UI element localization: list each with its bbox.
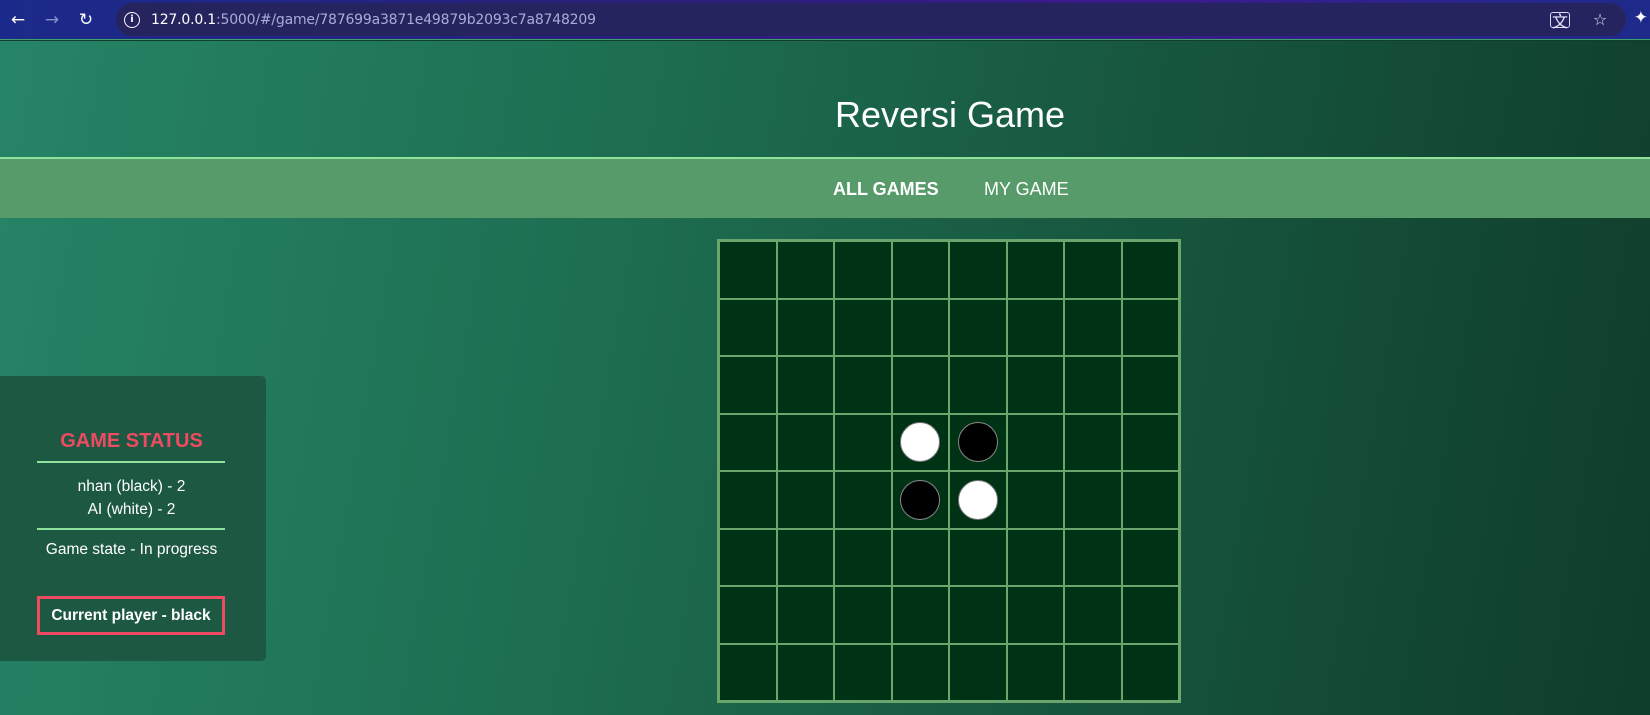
board-cell[interactable] <box>719 586 777 644</box>
game-state-text: Game state - In progress <box>45 541 218 558</box>
board-cell[interactable] <box>1064 586 1122 644</box>
board-cell[interactable] <box>719 528 777 586</box>
url-text[interactable]: 127.0.0.1:5000/#/game/787699a3871e49879b… <box>151 12 596 28</box>
extensions-icon[interactable]: ✦ <box>1634 8 1648 28</box>
white-disc <box>900 422 941 463</box>
board-cell[interactable] <box>719 356 777 414</box>
status-divider <box>37 528 225 530</box>
board-cell[interactable] <box>719 643 777 701</box>
board-cell[interactable] <box>834 413 892 471</box>
white-disc <box>957 479 998 520</box>
site-info-icon[interactable]: i <box>124 11 140 28</box>
board-cell[interactable] <box>834 356 892 414</box>
board-cell[interactable] <box>1121 643 1179 701</box>
board-cell[interactable] <box>891 298 949 356</box>
app-page: Reversi Game ALL GAMES MY GAME GAME STAT… <box>0 41 1650 715</box>
address-bar[interactable]: i 127.0.0.1:5000/#/game/787699a3871e4987… <box>116 3 1626 36</box>
board-cell[interactable] <box>776 643 834 701</box>
board-cell[interactable] <box>834 643 892 701</box>
nav-my-game-link[interactable]: MY GAME <box>984 179 1069 200</box>
board-cell[interactable] <box>1121 413 1179 471</box>
board-cell[interactable] <box>719 413 777 471</box>
board-cell[interactable] <box>776 356 834 414</box>
board-cell[interactable] <box>1064 471 1122 529</box>
board-cell[interactable] <box>1064 643 1122 701</box>
board-cell[interactable] <box>1121 298 1179 356</box>
board-cell[interactable] <box>1006 356 1064 414</box>
board-cell[interactable] <box>1064 528 1122 586</box>
nav-all-games-link[interactable]: ALL GAMES <box>833 179 939 200</box>
back-arrow-icon[interactable]: ← <box>6 8 30 32</box>
board-cell[interactable] <box>1006 586 1064 644</box>
board-cell[interactable] <box>949 241 1007 299</box>
board-cell[interactable] <box>891 241 949 299</box>
reload-icon[interactable]: ↻ <box>74 8 98 32</box>
board-cell[interactable] <box>891 643 949 701</box>
board-cell[interactable] <box>719 471 777 529</box>
board-cell[interactable] <box>1064 413 1122 471</box>
board-cell[interactable] <box>1121 356 1179 414</box>
url-host: 127.0.0.1 <box>151 11 216 28</box>
game-status-panel: GAME STATUS nhan (black) - 2 AI (white) … <box>0 376 266 661</box>
translate-icon[interactable]: 文 <box>1550 11 1570 31</box>
board-cell[interactable] <box>1121 471 1179 529</box>
board-cell[interactable] <box>949 298 1007 356</box>
black-disc <box>900 479 941 520</box>
board-cell[interactable] <box>834 528 892 586</box>
main-nav: ALL GAMES MY GAME <box>0 157 1650 218</box>
board-cell[interactable] <box>719 298 777 356</box>
browser-toolbar: ← → ↻ i 127.0.0.1:5000/#/game/787699a387… <box>0 0 1650 40</box>
board-cell[interactable] <box>776 471 834 529</box>
board-cell[interactable] <box>776 586 834 644</box>
board-cell[interactable] <box>949 643 1007 701</box>
board-cell[interactable] <box>1121 528 1179 586</box>
board-cell[interactable] <box>949 528 1007 586</box>
page-title: Reversi Game <box>834 94 1066 135</box>
board-cell[interactable] <box>1006 413 1064 471</box>
player1-score: nhan (black) - 2 <box>77 478 186 495</box>
board-cell[interactable] <box>1121 586 1179 644</box>
board-cell[interactable] <box>1006 471 1064 529</box>
board-cell[interactable] <box>1064 241 1122 299</box>
board-cell[interactable] <box>949 586 1007 644</box>
board-cell[interactable] <box>834 586 892 644</box>
forward-arrow-icon[interactable]: → <box>40 8 64 32</box>
board-cell[interactable] <box>1006 643 1064 701</box>
board-cell[interactable] <box>1121 241 1179 299</box>
board-cell[interactable] <box>891 586 949 644</box>
board-cell[interactable] <box>834 241 892 299</box>
board-cell[interactable] <box>1064 298 1122 356</box>
board-cell[interactable] <box>776 528 834 586</box>
board-cell[interactable] <box>1006 241 1064 299</box>
board-cell[interactable] <box>1064 356 1122 414</box>
board-cell[interactable] <box>891 471 949 529</box>
bookmark-star-icon[interactable]: ☆ <box>1590 10 1610 29</box>
board-cell[interactable] <box>891 528 949 586</box>
board-cell[interactable] <box>949 413 1007 471</box>
reversi-board <box>717 239 1181 703</box>
board-cell[interactable] <box>891 356 949 414</box>
current-player-badge: Current player - black <box>37 596 225 635</box>
board-cell[interactable] <box>949 471 1007 529</box>
board-cell[interactable] <box>949 356 1007 414</box>
page-header: Reversi Game <box>0 41 1650 157</box>
board-cell[interactable] <box>834 471 892 529</box>
board-cell[interactable] <box>1006 298 1064 356</box>
board-cell[interactable] <box>776 241 834 299</box>
board-cell[interactable] <box>834 298 892 356</box>
url-path: :5000/#/game/787699a3871e49879b2093c7a87… <box>216 11 596 28</box>
player2-score: AI (white) - 2 <box>87 501 176 518</box>
board-cell[interactable] <box>891 413 949 471</box>
board-cell[interactable] <box>1006 528 1064 586</box>
board-cell[interactable] <box>776 413 834 471</box>
board-cell[interactable] <box>776 298 834 356</box>
board-cell[interactable] <box>719 241 777 299</box>
black-disc <box>957 422 998 463</box>
status-divider <box>37 461 225 463</box>
game-status-title: GAME STATUS <box>60 430 203 452</box>
